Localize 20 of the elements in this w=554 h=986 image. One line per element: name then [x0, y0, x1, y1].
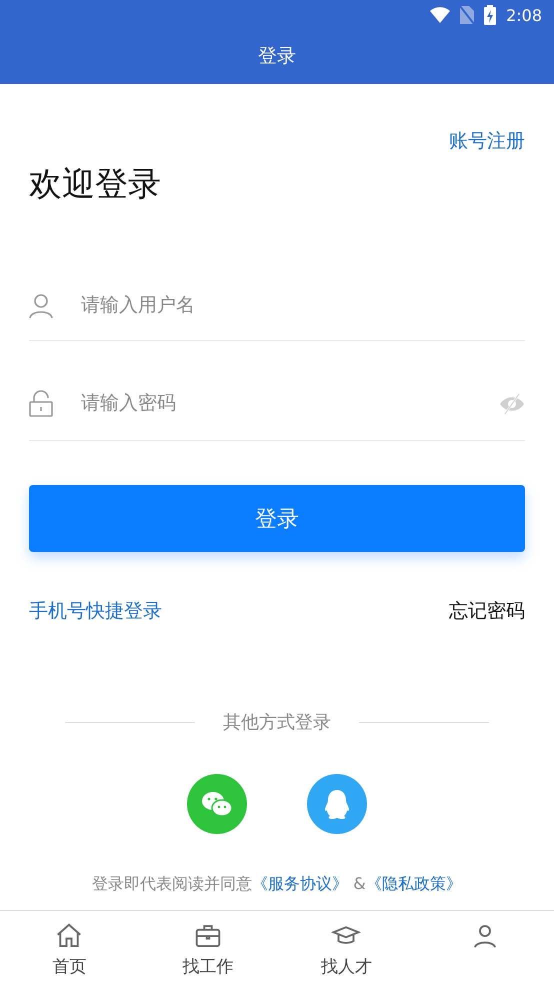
register-link[interactable]: 账号注册 — [449, 128, 525, 154]
no-sim-icon — [460, 6, 474, 24]
user-icon — [29, 292, 53, 318]
wifi-icon — [430, 7, 450, 23]
phone-login-link[interactable]: 手机号快捷登录 — [29, 598, 162, 624]
status-time: 2:08 — [506, 6, 542, 24]
battery-charging-icon — [484, 5, 496, 25]
service-agreement-link[interactable]: 《服务协议》 — [252, 874, 348, 893]
penguin-icon — [323, 788, 351, 820]
agreement-text: 登录即代表阅读并同意《服务协议》 &《隐私政策》 — [91, 874, 463, 895]
forgot-password-link[interactable]: 忘记密码 — [449, 598, 525, 624]
other-methods-label: 其他方式登录 — [223, 711, 331, 734]
page-title: 登录 — [258, 44, 296, 69]
welcome-heading: 欢迎登录 — [29, 163, 162, 205]
privacy-policy-link[interactable]: 《隐私政策》 — [366, 874, 462, 893]
lock-icon — [29, 390, 53, 418]
eye-off-icon[interactable] — [499, 392, 525, 414]
username-field[interactable]: 请输入用户名 — [79, 294, 525, 318]
password-field[interactable]: 请输入密码 — [79, 392, 499, 416]
login-button[interactable]: 登录 — [29, 485, 525, 552]
